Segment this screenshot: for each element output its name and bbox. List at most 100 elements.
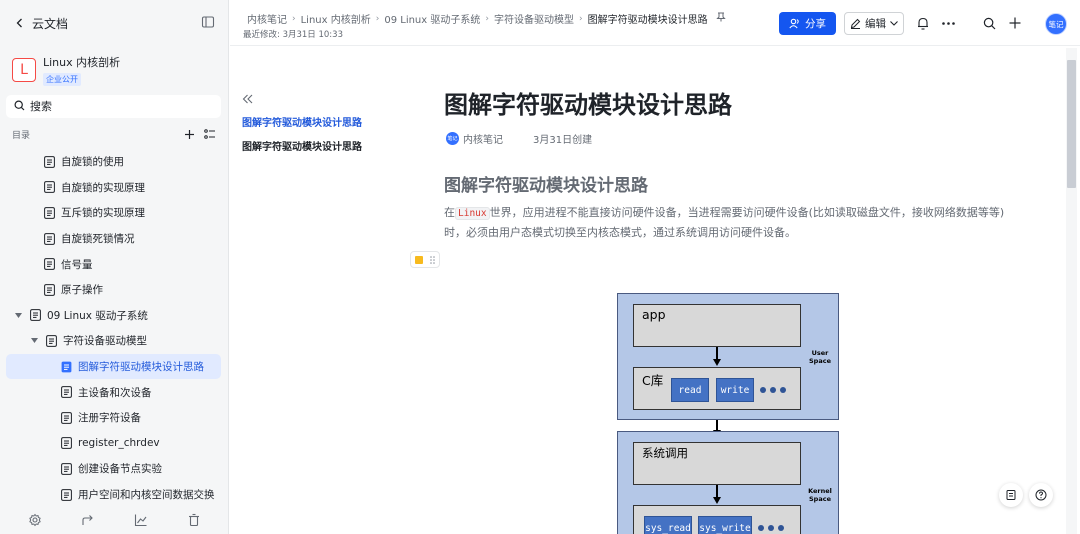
chevron-right-icon: › (292, 13, 296, 24)
toc-label: 目录 (12, 130, 31, 141)
tree-item-label: 用户空间和内核空间数据交换 (78, 489, 215, 502)
inline-code: Linux (455, 207, 490, 220)
breadcrumb-item[interactable]: Linux 内核剖析 (301, 11, 371, 26)
breadcrumb-item[interactable]: 内核笔记 (247, 11, 287, 26)
tree-item-label: 自旋锁的使用 (61, 156, 124, 169)
edit-label: 编辑 (865, 18, 886, 30)
outline-item[interactable]: 图解字符驱动模块设计思路 (242, 138, 412, 153)
search-input[interactable] (30, 100, 210, 113)
tree-item-label: 主设备和次设备 (78, 386, 152, 399)
sidebar-footer (0, 506, 229, 534)
doc-meta: 笔记 内核笔记 3月31日创建 (446, 131, 592, 146)
author-name[interactable]: 内核笔记 (463, 131, 503, 146)
sidebar-search[interactable] (6, 95, 221, 118)
tree-item[interactable]: 创建设备节点实验 (6, 456, 221, 482)
breadcrumb: 内核笔记 › Linux 内核剖析 › 09 Linux 驱动子系统 › 字符设… (247, 11, 726, 26)
document-icon (30, 309, 41, 322)
kernel-space-line: Kernel (808, 487, 832, 495)
pin-icon[interactable] (715, 12, 726, 25)
plus-icon[interactable] (1008, 16, 1022, 30)
more-icon[interactable] (941, 16, 955, 30)
sys-read-chip: sys_read (644, 516, 692, 534)
breadcrumb-current[interactable]: 图解字符驱动模块设计思路 (588, 11, 708, 26)
tree-item[interactable]: 自旋锁的实现原理 (6, 175, 221, 201)
scrollbar[interactable] (1066, 48, 1077, 534)
scrollbar-thumb[interactable] (1067, 60, 1076, 188)
document-icon (44, 258, 55, 271)
tree-item[interactable]: 互斥锁的实现原理 (6, 200, 221, 226)
plus-icon[interactable] (182, 127, 196, 141)
tree-item[interactable]: 自旋锁的使用 (6, 149, 221, 175)
breadcrumb-item[interactable]: 字符设备驱动模型 (494, 11, 574, 26)
app-label: app (642, 307, 666, 322)
list-settings-icon[interactable] (203, 127, 217, 141)
tree-item-label: 原子操作 (61, 284, 103, 297)
section-heading: 图解字符驱动模块设计思路 (444, 176, 648, 196)
document-icon (44, 207, 55, 219)
user-space-line: User (811, 349, 829, 357)
kernel-space-layer: 系统调用 sys_read sys_write Kernel Space (617, 431, 839, 534)
tree-item-label: 互斥锁的实现原理 (61, 207, 145, 220)
created-date: 3月31日创建 (533, 135, 593, 146)
bell-icon[interactable] (916, 16, 930, 30)
search-icon[interactable] (982, 16, 996, 30)
share-button[interactable]: 分享 (779, 12, 836, 35)
pencil-icon (850, 18, 861, 29)
edit-mode-dropdown[interactable]: 编辑 (844, 12, 904, 35)
tree-item-active[interactable]: 图解字符驱动模块设计思路 (6, 353, 221, 380)
user-space-line: Space (809, 357, 831, 365)
clib-box: C库 read write (633, 367, 801, 410)
read-chip: read (671, 378, 709, 402)
tree-item[interactable]: 注册字符设备 (6, 405, 221, 431)
document-icon (61, 437, 72, 450)
tree-item-folder[interactable]: 09 Linux 驱动子系统 (6, 303, 221, 329)
tree-item[interactable]: 用户空间和内核空间数据交换 (6, 482, 221, 508)
analytics-icon[interactable] (134, 513, 148, 527)
chevron-left-icon[interactable] (12, 15, 28, 31)
block-handle[interactable] (410, 251, 440, 268)
document-icon (61, 386, 72, 399)
tree-item-label: 创建设备节点实验 (78, 463, 162, 476)
sidebar-header: 云文档 (0, 0, 229, 46)
drag-handle-icon[interactable] (430, 253, 436, 267)
kernel-space-label: Kernel Space (805, 487, 835, 503)
document-icon (61, 488, 72, 501)
avatar[interactable]: 笔记 (1045, 13, 1067, 35)
tree-item[interactable]: 原子操作 (6, 277, 221, 303)
outline-item-active[interactable]: 图解字符驱动模块设计思路 (242, 114, 412, 129)
chevron-down-icon (890, 21, 898, 26)
tree-item[interactable]: 自旋锁死锁情况 (6, 226, 221, 252)
trash-icon[interactable] (187, 513, 201, 527)
tree-item[interactable]: register_chrdev (6, 431, 221, 457)
help-button[interactable] (1029, 483, 1053, 507)
chevron-right-icon: › (375, 13, 380, 24)
kernel-func-box: sys_read sys_write (633, 505, 801, 534)
tree-item-label: 注册字符设备 (78, 412, 141, 425)
gear-icon[interactable] (28, 513, 42, 527)
doc-outline: 图解字符驱动模块设计思路 图解字符驱动模块设计思路 (242, 93, 412, 162)
caret-down-icon[interactable] (12, 312, 24, 318)
doc-info-button[interactable] (999, 483, 1023, 507)
kb-visibility-badge: 企业公开 (43, 73, 81, 86)
syscall-label: 系统调用 (642, 446, 688, 460)
kb-name: Linux 内核剖析 (43, 56, 121, 69)
tree-item-folder[interactable]: 字符设备驱动模型 (6, 328, 221, 354)
author-avatar[interactable]: 笔记 (446, 132, 459, 145)
tree-item-label: register_chrdev (78, 437, 160, 450)
double-chevron-left-icon[interactable] (242, 93, 254, 105)
tree-item[interactable]: 主设备和次设备 (6, 379, 221, 405)
knowledge-base-header[interactable]: L Linux 内核剖析 企业公开 (12, 54, 120, 86)
doc-header: 内核笔记 › Linux 内核剖析 › 09 Linux 驱动子系统 › 字符设… (230, 0, 1080, 46)
document-icon (61, 463, 72, 475)
back-to-docs-link[interactable]: 云文档 (32, 15, 201, 32)
breadcrumb-item[interactable]: 09 Linux 驱动子系统 (384, 11, 480, 26)
share-arrow-icon[interactable] (81, 513, 95, 527)
ellipsis-dots (758, 525, 784, 531)
sidebar-collapse-icon[interactable] (201, 15, 217, 31)
paragraph: 在 Linux 世界，应用进程不能直接访问硬件设备，当进程需要访问硬件设备(比如读取… (444, 203, 1018, 242)
users-icon (789, 18, 799, 29)
document-icon (46, 335, 57, 347)
caret-down-icon[interactable] (28, 338, 40, 344)
app-box: app (633, 304, 801, 347)
tree-item[interactable]: 信号量 (6, 251, 221, 277)
